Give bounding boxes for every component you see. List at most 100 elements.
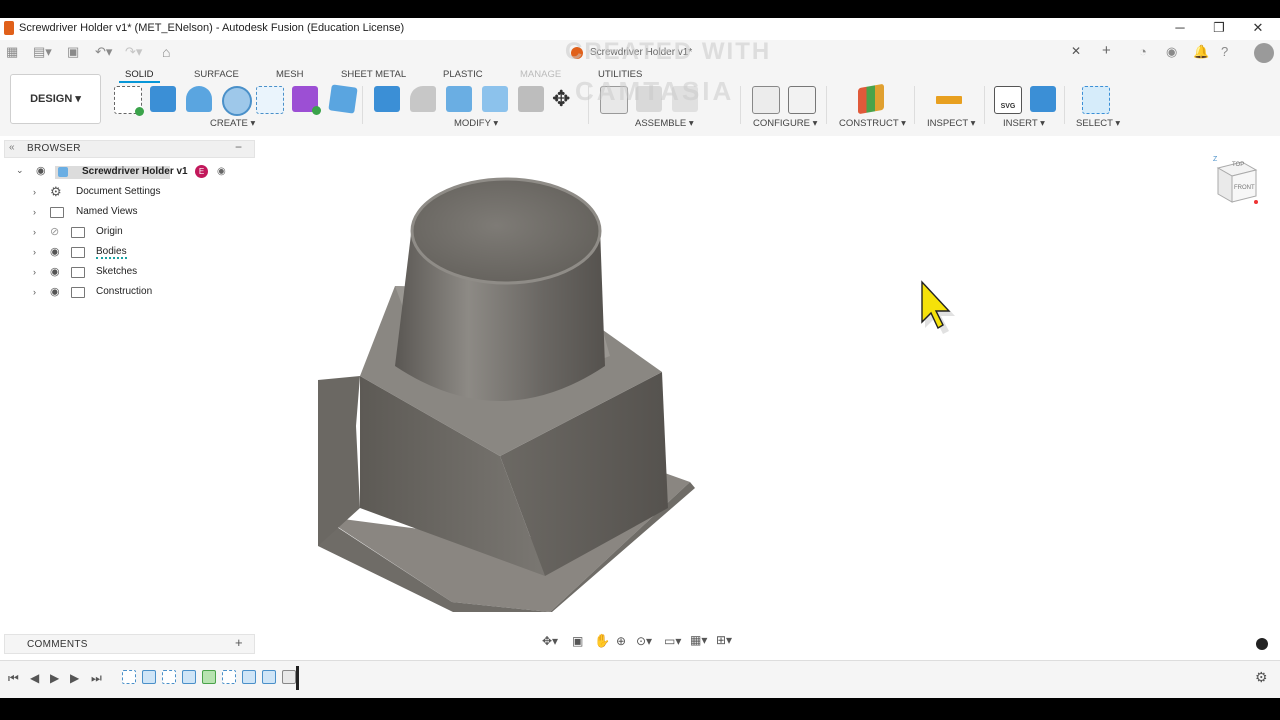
display-settings-icon[interactable]: ▭▾: [664, 634, 681, 648]
apps-icon[interactable]: ▦: [6, 44, 18, 60]
activate-radio-icon[interactable]: ◉: [217, 166, 226, 177]
create-sketch-icon[interactable]: [114, 86, 144, 116]
browser-item-bodies[interactable]: Bodies: [96, 246, 127, 259]
group-insert[interactable]: INSERT ▾: [1003, 118, 1045, 129]
create-form-icon[interactable]: [292, 86, 321, 115]
file-icon[interactable]: ▤▾: [33, 44, 52, 60]
group-assemble[interactable]: ASSEMBLE ▾: [635, 118, 694, 129]
group-configure[interactable]: CONFIGURE ▾: [753, 118, 817, 129]
go-to-end-icon[interactable]: ⏭: [91, 671, 102, 686]
browser-item-named-views[interactable]: Named Views: [76, 206, 138, 217]
go-to-start-icon[interactable]: ⏮: [8, 671, 19, 686]
move-copy-icon[interactable]: ✥: [552, 86, 570, 112]
timeline-sketch-feature[interactable]: [222, 670, 236, 684]
step-forward-icon[interactable]: ▶: [70, 671, 79, 685]
save-icon[interactable]: ▣: [67, 44, 79, 60]
settings-icon[interactable]: ⚙: [1255, 669, 1268, 686]
pan-icon[interactable]: ✋: [594, 633, 610, 649]
press-pull-icon[interactable]: [374, 86, 400, 112]
select-box-icon[interactable]: [1082, 86, 1110, 114]
comments-panel-header[interactable]: COMMENTS +: [4, 634, 255, 654]
chamfer-icon[interactable]: [446, 86, 472, 112]
extrude-icon[interactable]: [150, 86, 176, 112]
timeline-marker[interactable]: [296, 666, 299, 690]
expand-chevron-icon[interactable]: ›: [33, 247, 36, 257]
minimize-browser-icon[interactable]: −: [235, 140, 242, 154]
expand-chevron-icon[interactable]: ›: [33, 207, 36, 217]
tab-plastic[interactable]: PLASTIC: [443, 69, 483, 80]
browser-root-row[interactable]: ⌄: [16, 165, 24, 176]
orbit-icon[interactable]: ✥▾: [542, 634, 558, 648]
add-comment-icon[interactable]: +: [235, 635, 243, 650]
derive-icon[interactable]: [328, 84, 358, 114]
browser-item-sketches[interactable]: Sketches: [96, 266, 137, 277]
expand-chevron-icon[interactable]: ⌄: [16, 165, 24, 175]
offset-plane-icon[interactable]: [858, 83, 884, 115]
timeline-extrude-feature[interactable]: [142, 670, 156, 684]
parameters-icon[interactable]: [752, 86, 780, 114]
shell-icon[interactable]: [482, 86, 508, 112]
tab-manage[interactable]: MANAGE: [520, 69, 561, 80]
notifications-icon[interactable]: 🔔: [1193, 44, 1209, 60]
visibility-eye-icon[interactable]: ◉: [50, 285, 60, 298]
expand-chevron-icon[interactable]: ›: [33, 267, 36, 277]
redo-icon[interactable]: ↷▾: [125, 44, 142, 60]
zoom-icon[interactable]: ⊕: [616, 634, 626, 648]
tab-mesh[interactable]: MESH: [276, 69, 303, 80]
viewcube-front-label[interactable]: FRONT: [1234, 185, 1255, 191]
visibility-eye-icon[interactable]: ◉: [50, 245, 60, 258]
measure-icon[interactable]: [936, 96, 962, 104]
group-select[interactable]: SELECT ▾: [1076, 118, 1120, 129]
job-status-icon[interactable]: ◔: [1139, 44, 1147, 59]
timeline-extrude-feature[interactable]: [182, 670, 196, 684]
step-back-icon[interactable]: ◀: [30, 671, 39, 685]
browser-item-construction[interactable]: Construction: [96, 286, 152, 297]
play-icon[interactable]: ▶: [50, 671, 59, 685]
collapse-browser-icon[interactable]: «: [9, 142, 15, 153]
workspace-switcher[interactable]: DESIGN ▾: [10, 74, 101, 124]
look-at-icon[interactable]: ▣: [572, 634, 583, 648]
timeline-plane-feature[interactable]: [202, 670, 216, 684]
browser-item-document-settings[interactable]: Document Settings: [76, 186, 161, 197]
tab-surface[interactable]: SURFACE: [194, 69, 239, 80]
minimize-button[interactable]: ─: [1170, 20, 1190, 38]
grid-icon[interactable]: ▦▾: [690, 633, 707, 647]
group-modify[interactable]: MODIFY ▾: [454, 118, 498, 129]
insert-svg-icon[interactable]: SVG: [994, 86, 1022, 114]
hole-icon[interactable]: [222, 86, 252, 116]
insert-canvas-icon[interactable]: [1030, 86, 1056, 112]
pattern-icon[interactable]: [256, 86, 284, 114]
fillet-icon[interactable]: [410, 86, 436, 112]
revolve-icon[interactable]: [186, 86, 212, 112]
viewcube-top-label[interactable]: TOP: [1232, 162, 1244, 168]
maximize-button[interactable]: ❐: [1209, 20, 1229, 38]
timeline-extrude-feature[interactable]: [242, 670, 256, 684]
add-tab-icon[interactable]: +: [1102, 42, 1111, 59]
design-canvas[interactable]: TOP FRONT Z: [0, 136, 1280, 698]
tab-sheet-metal[interactable]: SHEET METAL: [341, 69, 406, 80]
visibility-eye-icon[interactable]: ◉: [36, 164, 46, 177]
extensions-icon[interactable]: ◉: [1166, 44, 1177, 60]
timeline-sketch-feature[interactable]: [162, 670, 176, 684]
combine-icon[interactable]: [518, 86, 544, 112]
browser-panel-header[interactable]: « BROWSER −: [4, 140, 255, 158]
expand-chevron-icon[interactable]: ›: [33, 287, 36, 297]
undo-icon[interactable]: ↶▾: [95, 44, 112, 60]
timeline-extrude-feature[interactable]: [262, 670, 276, 684]
user-avatar-icon[interactable]: [1254, 43, 1274, 63]
browser-item-origin[interactable]: Origin: [96, 226, 123, 237]
home-icon[interactable]: ⌂: [162, 44, 170, 60]
close-window-button[interactable]: ✕: [1248, 20, 1268, 38]
group-construct[interactable]: CONSTRUCT ▾: [839, 118, 906, 129]
viewcube[interactable]: TOP FRONT Z: [1212, 156, 1258, 204]
timeline-fillet-feature[interactable]: [282, 670, 296, 684]
assistant-icon[interactable]: [1256, 638, 1268, 650]
expand-chevron-icon[interactable]: ›: [33, 187, 36, 197]
fit-icon[interactable]: ⊙▾: [636, 634, 652, 648]
visibility-eye-icon[interactable]: ◉: [50, 265, 60, 278]
browser-root-label[interactable]: Screwdriver Holder v1: [82, 166, 188, 177]
expand-chevron-icon[interactable]: ›: [33, 227, 36, 237]
tab-solid[interactable]: SOLID: [119, 69, 159, 83]
timeline-sketch-feature[interactable]: [122, 670, 136, 684]
configure-table-icon[interactable]: [788, 86, 816, 114]
